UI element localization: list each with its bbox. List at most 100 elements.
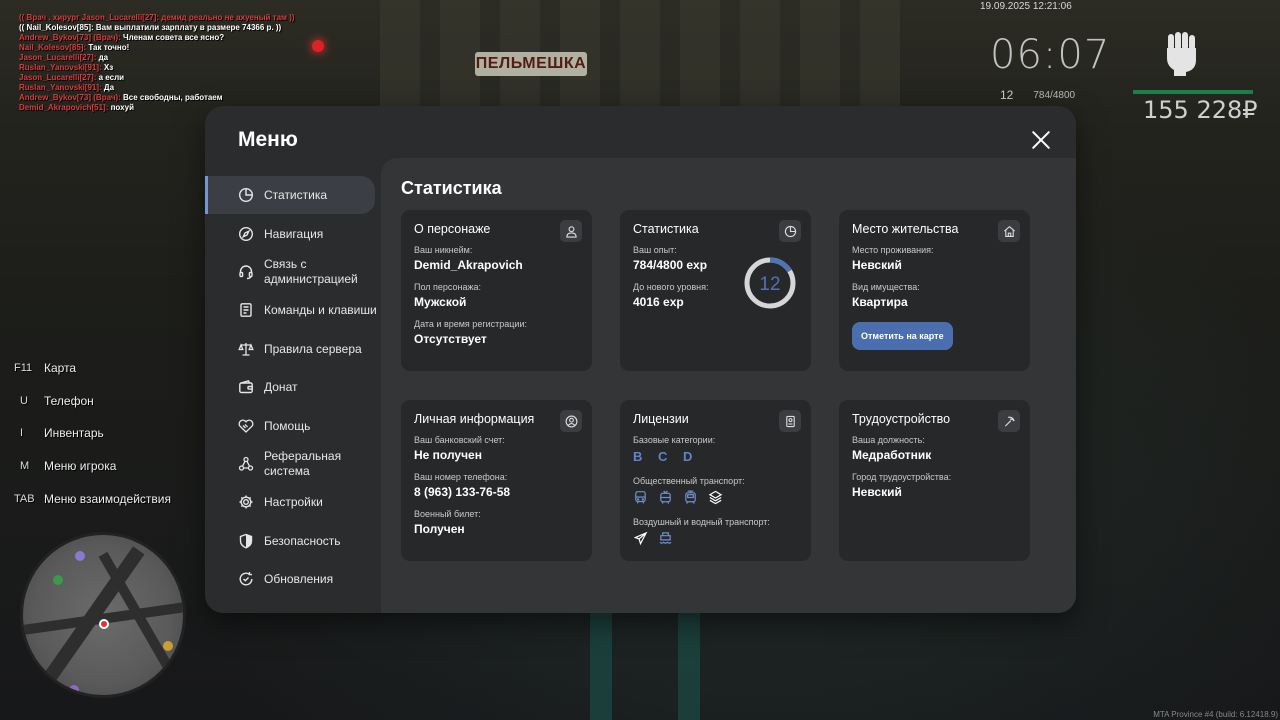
chat-author: Demid_Akrapovich[51]: — [19, 103, 109, 112]
sidebar-item-label: Настройки — [264, 495, 323, 510]
sidebar-item-updates[interactable]: Обновления — [205, 560, 377, 598]
card-personal-info: Личная информация Ваш банковский счет: Н… — [401, 400, 592, 561]
hotkey-player-menu: M Меню игрока — [14, 450, 171, 483]
sidebar-item-label: Правила сервера — [264, 341, 362, 356]
card-licenses: Лицензии Базовые категории: B C D Общест… — [620, 400, 811, 561]
property-type-value: Квартира — [852, 295, 908, 309]
field-label: Место проживания: — [852, 245, 934, 255]
sidebar-item-statistics[interactable]: Статистика — [205, 176, 375, 215]
id-card-icon — [779, 410, 801, 432]
chat-line: Ruslan_Yanovski[91]: Да — [19, 83, 295, 93]
field-label: Ваш номер телефона: — [414, 472, 508, 482]
sidebar-item-label: Статистика — [264, 188, 328, 203]
sidebar-item-commands[interactable]: Команды и клавиши — [205, 291, 377, 329]
hotkey-interaction-menu: TAB Меню взаимодействия — [14, 482, 171, 515]
player-menu-panel: Меню Статистика Навигация Связь с админи… — [205, 106, 1076, 613]
field-label: Город трудоустройства: — [852, 472, 952, 482]
map-marker-icon — [53, 575, 63, 585]
content-title: Статистика — [401, 178, 502, 198]
shield-icon — [238, 533, 254, 549]
field-label: Ваш банковский счет: — [414, 435, 505, 445]
field-label: Базовые категории: — [633, 435, 716, 445]
fist-icon — [1162, 30, 1202, 76]
sidebar-item-security[interactable]: Безопасность — [205, 522, 377, 560]
hotkey-key: I — [20, 427, 24, 440]
chat-line: Jason_Lucarelli[27]: а если — [19, 73, 295, 83]
sidebar-item-label: Реферальная система — [264, 448, 342, 478]
field-label: Дата и время регистрации: — [414, 319, 527, 329]
card-title: О персонаже — [414, 222, 491, 236]
menu-sidebar: Статистика Навигация Связь с администрац… — [205, 176, 377, 598]
chat-message: Да — [101, 83, 115, 92]
hud-level-number: 12 — [1000, 88, 1014, 102]
traffic-light — [312, 40, 324, 52]
hotkey-key: TAB — [14, 492, 35, 505]
network-icon — [238, 456, 254, 472]
registration-value: Отсутствует — [414, 332, 487, 346]
pie-chart-icon — [779, 220, 801, 242]
air-water-licenses — [633, 531, 798, 546]
headset-icon — [238, 264, 254, 280]
sidebar-item-label: Донат — [264, 380, 298, 395]
field-label: Военный билет: — [414, 509, 481, 519]
sidebar-item-label: Обновления — [264, 572, 334, 587]
tram-icon — [683, 490, 698, 505]
bank-account-value: Не получен — [414, 448, 482, 462]
hotkey-label: Меню игрока — [44, 459, 117, 474]
chat-author: Nail_Kolesov[85]: — [19, 43, 87, 52]
map-marker-icon — [163, 641, 173, 651]
chat-author: Ruslan_Yanovski[91]: — [19, 83, 102, 92]
hud-datetime: 19.09.2025 12:21:06 — [980, 1, 1072, 12]
sidebar-item-referral[interactable]: Реферальная система — [205, 445, 377, 483]
card-title: Статистика — [633, 222, 699, 236]
residence-place-value: Невский — [852, 258, 902, 272]
hud-exp: 784/4800 — [1033, 89, 1076, 101]
gender-value: Мужской — [414, 295, 467, 309]
card-residence: Место жительства Место проживания: Невск… — [839, 210, 1030, 371]
sidebar-item-rules[interactable]: Правила сервера — [205, 330, 377, 368]
employment-city-value: Невский — [852, 485, 902, 499]
sidebar-item-label: Помощь — [264, 418, 311, 433]
sidebar-item-settings[interactable]: Настройки — [205, 483, 377, 521]
chat-line: (( Nail_Kolesov[85]: Вам выплатили зарпл… — [19, 23, 282, 32]
trolleybus-icon — [658, 490, 673, 505]
sidebar-item-help[interactable]: Помощь — [205, 406, 377, 444]
sidebar-item-donate[interactable]: Донат — [205, 368, 377, 406]
hud-level: 12 784/4800 — [1000, 88, 1075, 102]
content-area: Статистика О персонаже Ваш никнейм: Demi… — [381, 158, 1076, 613]
background-sign: ПЕЛЬМЕШКА — [475, 52, 587, 76]
hotkey-inventory: I Инвентарь — [14, 417, 171, 450]
minimap[interactable] — [20, 532, 186, 698]
bus-icon — [633, 490, 648, 505]
hud-money: 155 228₽ — [1143, 96, 1258, 124]
chat-message: Так точно! — [86, 43, 130, 52]
sidebar-item-label: Команды и клавиши — [264, 302, 377, 317]
scales-icon — [238, 341, 254, 357]
sidebar-item-navigation[interactable]: Навигация — [205, 214, 377, 252]
sidebar-item-admin-contact[interactable]: Связь с администрацией — [205, 253, 377, 291]
license-categories: B C D — [633, 449, 699, 464]
card-title: Трудоустройство — [852, 412, 951, 426]
hotkey-label: Меню взаимодействия — [44, 491, 171, 506]
chat-author: Ruslan_Yanovski[91]: — [19, 63, 102, 72]
field-label: Ваш никнейм: — [414, 245, 473, 255]
military-id-value: Получен — [414, 522, 465, 536]
sidebar-item-label: Безопасность — [264, 533, 341, 548]
chat-message: да — [96, 53, 109, 62]
user-icon — [560, 220, 582, 242]
field-label: Вид имущества: — [852, 282, 920, 292]
hotkey-key: U — [20, 394, 28, 407]
home-icon — [998, 220, 1020, 242]
handshake-icon — [238, 418, 254, 434]
chat-author: Jason_Lucarelli[27]: — [19, 53, 97, 62]
field-label: Ваш опыт: — [633, 245, 677, 255]
mark-on-map-button[interactable]: Отметить на карте — [852, 322, 953, 350]
card-title: Личная информация — [414, 412, 535, 426]
compass-icon — [238, 226, 254, 242]
field-label: Общественный транспорт: — [633, 476, 745, 486]
close-icon[interactable] — [1029, 128, 1053, 152]
hotkey-list: F11 Карта U Телефон I Инвентарь M Меню игрок… — [14, 352, 171, 515]
hud-clock: 06:07 — [990, 32, 1111, 78]
refresh-check-icon — [238, 571, 254, 587]
chat-log: (( Врач . хирург Jason_Lucarelli[27]: де… — [19, 13, 295, 113]
